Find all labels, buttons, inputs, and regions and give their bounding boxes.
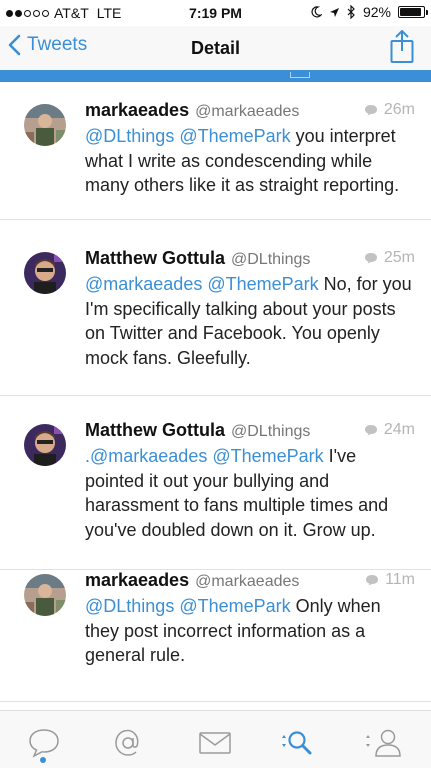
author-name[interactable]: markaeades xyxy=(85,570,189,590)
tweet-mentions[interactable]: @markaeades @ThemePark xyxy=(85,274,319,294)
tab-messages[interactable] xyxy=(195,725,235,761)
header-accent-strip xyxy=(0,70,431,82)
reply-bubble-icon xyxy=(364,253,377,264)
status-right: 92% xyxy=(311,4,428,20)
active-tab-indicator xyxy=(40,757,46,763)
tweet-text: @DLthings @ThemePark you interpret what … xyxy=(85,124,415,198)
tweet-text: @DLthings @ThemePark Only when they post… xyxy=(85,594,415,668)
share-icon xyxy=(390,29,414,63)
conversation-timeline[interactable]: markaeades @markaeades 26m @DLthings @The… xyxy=(0,82,431,710)
bluetooth-icon xyxy=(347,5,355,19)
tab-bar xyxy=(0,710,431,768)
avatar[interactable] xyxy=(24,252,66,294)
battery-percent: 92% xyxy=(362,4,391,20)
tweet-header: markaeades @markaeades 26m xyxy=(85,100,415,122)
messages-icon xyxy=(199,732,231,754)
tweet-timestamp: 11m xyxy=(385,571,415,588)
moon-icon xyxy=(311,6,322,18)
tweet-header: markaeades @markaeades 11m xyxy=(85,570,415,592)
battery-fill xyxy=(400,8,422,16)
tab-search[interactable] xyxy=(278,725,318,761)
status-bar: AT&T LTE 7:19 PM 92% xyxy=(0,0,431,26)
tweet-time: 11m xyxy=(365,571,415,589)
tab-timeline[interactable] xyxy=(24,725,64,761)
tweet-header: Matthew Gottula @DLthings 24m xyxy=(85,420,415,442)
tweet-timestamp: 24m xyxy=(383,421,415,438)
tweet-mentions[interactable]: @DLthings @ThemePark xyxy=(85,126,291,146)
avatar[interactable] xyxy=(24,574,66,616)
tweet-header: Matthew Gottula @DLthings 25m xyxy=(85,248,415,270)
tweet[interactable]: Matthew Gottula @DLthings 25m @markaeades… xyxy=(0,220,431,396)
tweet[interactable]: markaeades @markaeades 26m @DLthings @The… xyxy=(0,82,431,220)
nav-bar: Tweets Detail xyxy=(0,26,431,72)
tweet[interactable]: markaeades @markaeades 11m @DLthings @Theme… xyxy=(0,472,431,702)
avatar[interactable] xyxy=(24,424,66,466)
profile-icon xyxy=(366,729,401,757)
author-name[interactable]: Matthew Gottula xyxy=(85,248,225,268)
author-handle[interactable]: @markaeades xyxy=(195,103,299,120)
tweet-mentions[interactable]: @DLthings @ThemePark xyxy=(85,596,291,616)
author-handle[interactable]: @DLthings xyxy=(231,251,310,268)
page-title: Detail xyxy=(190,38,241,58)
tweet-mentions[interactable]: .@markaeades @ThemePark xyxy=(85,446,324,466)
tweet-time: 24m xyxy=(364,421,415,439)
author-name[interactable]: Matthew Gottula xyxy=(85,420,225,440)
timeline-icon xyxy=(29,729,59,758)
tweet-timestamp: 25m xyxy=(383,249,415,266)
reply-bubble-icon xyxy=(366,575,379,586)
avatar[interactable] xyxy=(24,104,66,146)
reply-bubble-icon xyxy=(364,425,377,436)
reply-bubble-icon xyxy=(364,105,377,116)
tweet-time: 25m xyxy=(364,249,415,267)
author-handle[interactable]: @DLthings xyxy=(231,423,310,440)
location-icon xyxy=(329,7,339,17)
author-handle[interactable]: @markaeades xyxy=(195,573,299,590)
share-button[interactable] xyxy=(390,29,414,69)
tweet-text: @markaeades @ThemePark No, for you I'm s… xyxy=(85,272,415,370)
tab-mentions[interactable] xyxy=(108,725,148,761)
mentions-icon xyxy=(115,729,139,756)
author-name[interactable]: markaeades xyxy=(85,100,189,120)
tab-profile[interactable] xyxy=(364,725,404,761)
search-icon xyxy=(282,731,312,755)
tweet-time: 26m xyxy=(364,101,415,119)
battery-icon xyxy=(398,6,428,18)
strip-mark xyxy=(290,72,310,78)
tweet-timestamp: 26m xyxy=(383,101,415,118)
